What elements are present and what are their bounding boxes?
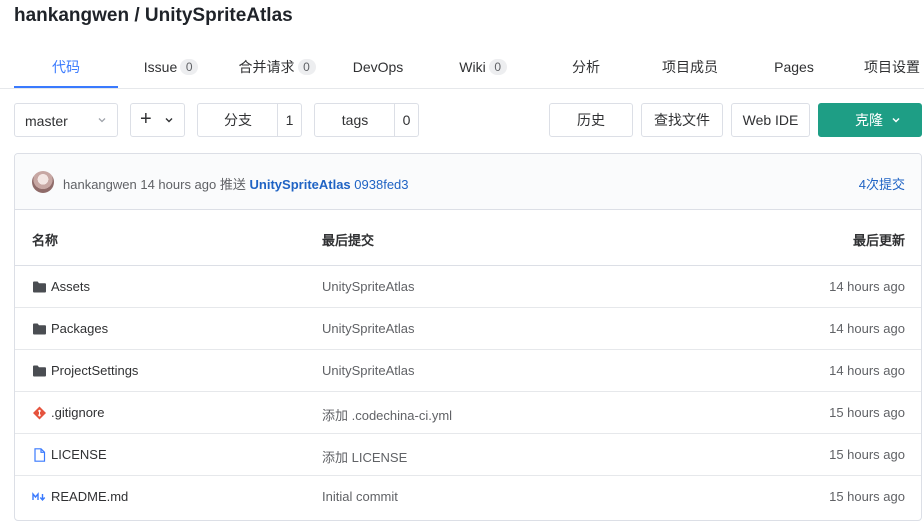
clone-button[interactable]: 克隆	[818, 103, 922, 137]
tags-count: 0	[394, 104, 418, 136]
file-name[interactable]: Assets	[51, 279, 90, 294]
tags-button[interactable]: tags 0	[314, 103, 419, 137]
file-updated: 14 hours ago	[829, 321, 905, 336]
chevron-down-icon	[98, 118, 106, 123]
latest-commit-bar: hankangwen 14 hours ago 推送 UnitySpriteAt…	[15, 154, 921, 210]
table-row[interactable]: .gitignore 添加 .codechina-ci.yml 15 hours…	[15, 392, 921, 434]
column-header-last-commit: 最后提交	[322, 233, 375, 248]
tab-devops[interactable]: DevOps	[336, 48, 420, 87]
file-commit[interactable]: UnitySpriteAtlas	[322, 321, 414, 336]
chevron-down-icon	[165, 118, 173, 123]
branches-button[interactable]: 分支 1	[197, 103, 302, 137]
repo-title[interactable]: hankangwen / UnitySpriteAtlas	[14, 5, 293, 27]
file-updated: 14 hours ago	[829, 363, 905, 378]
file-commit[interactable]: 添加 .codechina-ci.yml	[322, 405, 452, 424]
branch-select[interactable]: master	[14, 103, 118, 137]
tab-label: 项目成员	[662, 59, 718, 75]
file-name[interactable]: LICENSE	[51, 447, 107, 462]
add-menu-button[interactable]: +	[130, 103, 185, 137]
tab-label: Issue	[143, 59, 178, 75]
tab-label: 项目设置	[864, 59, 920, 75]
tab-label: 合并请求	[238, 59, 295, 75]
history-button[interactable]: 历史	[549, 103, 633, 137]
commit-repo-link[interactable]: UnitySpriteAtlas	[250, 177, 351, 192]
tab-label: 代码	[52, 59, 80, 75]
folder-icon	[33, 281, 46, 293]
file-commit[interactable]: 添加 LICENSE	[322, 447, 407, 466]
clone-label: 克隆	[855, 112, 883, 128]
file-commit[interactable]: UnitySpriteAtlas	[322, 279, 414, 294]
tab-label: 分析	[572, 59, 600, 75]
branches-count: 1	[277, 104, 301, 136]
tab-label: DevOps	[352, 59, 404, 75]
tab-analytics[interactable]: 分析	[556, 48, 616, 87]
commit-count-link[interactable]: 4次提交	[859, 174, 905, 193]
file-commit[interactable]: UnitySpriteAtlas	[322, 363, 414, 378]
branches-label: 分支	[224, 112, 252, 128]
file-commit[interactable]: Initial commit	[322, 489, 398, 504]
latest-commit-info: hankangwen 14 hours ago 推送 UnitySpriteAt…	[63, 174, 409, 193]
tab-wiki[interactable]: Wiki 0	[446, 48, 520, 87]
tab-code[interactable]: 代码	[14, 48, 118, 88]
file-updated: 15 hours ago	[829, 447, 905, 462]
table-row[interactable]: LICENSE 添加 LICENSE 15 hours ago	[15, 434, 921, 476]
file-icon	[34, 448, 46, 462]
commit-sha-link[interactable]: 0938fed3	[354, 177, 408, 192]
file-updated: 14 hours ago	[829, 279, 905, 294]
tags-label: tags	[341, 112, 369, 128]
tab-label: Wiki	[459, 59, 486, 75]
repo-tabs: 代码 Issue 0 合并请求 0 DevOps Wiki 0 分析 项目成员 Pag…	[0, 48, 924, 89]
avatar[interactable]	[32, 171, 54, 193]
tab-settings[interactable]: 项目设置	[864, 48, 924, 87]
count-badge: 0	[180, 59, 199, 75]
column-header-last-updated: 最后更新	[852, 233, 905, 248]
file-name[interactable]: Packages	[51, 321, 108, 336]
find-file-button[interactable]: 查找文件	[641, 103, 723, 137]
commit-action: 推送	[219, 177, 246, 192]
file-updated: 15 hours ago	[829, 489, 905, 504]
table-row[interactable]: Packages UnitySpriteAtlas 14 hours ago	[15, 308, 921, 350]
git-file-icon	[33, 406, 46, 420]
file-browser-panel: hankangwen 14 hours ago 推送 UnitySpriteAt…	[14, 153, 922, 521]
table-header: 名称 最后提交 最后更新	[15, 210, 921, 266]
plus-icon: +	[140, 108, 152, 130]
count-badge: 0	[297, 59, 316, 75]
tab-label: Pages	[774, 59, 814, 75]
commit-author[interactable]: hankangwen	[63, 177, 137, 192]
commit-time: 14 hours ago	[140, 177, 217, 192]
folder-icon	[33, 323, 46, 335]
tab-pages[interactable]: Pages	[764, 48, 824, 87]
file-name[interactable]: README.md	[51, 489, 128, 504]
tab-merge-requests[interactable]: 合并请求 0	[226, 48, 328, 87]
chevron-down-icon	[892, 117, 900, 123]
file-updated: 15 hours ago	[829, 405, 905, 420]
tab-members[interactable]: 项目成员	[652, 48, 728, 87]
branch-name: master	[25, 113, 68, 129]
table-row[interactable]: Assets UnitySpriteAtlas 14 hours ago	[15, 266, 921, 308]
table-row[interactable]: README.md Initial commit 15 hours ago	[15, 476, 921, 518]
web-ide-button[interactable]: Web IDE	[731, 103, 810, 137]
file-name[interactable]: .gitignore	[51, 405, 104, 420]
count-badge: 0	[488, 59, 507, 75]
file-name[interactable]: ProjectSettings	[51, 363, 138, 378]
table-row[interactable]: ProjectSettings UnitySpriteAtlas 14 hour…	[15, 350, 921, 392]
tab-issue[interactable]: Issue 0	[124, 48, 218, 87]
folder-icon	[33, 365, 46, 377]
column-header-name: 名称	[32, 233, 59, 248]
markdown-icon	[32, 492, 46, 502]
